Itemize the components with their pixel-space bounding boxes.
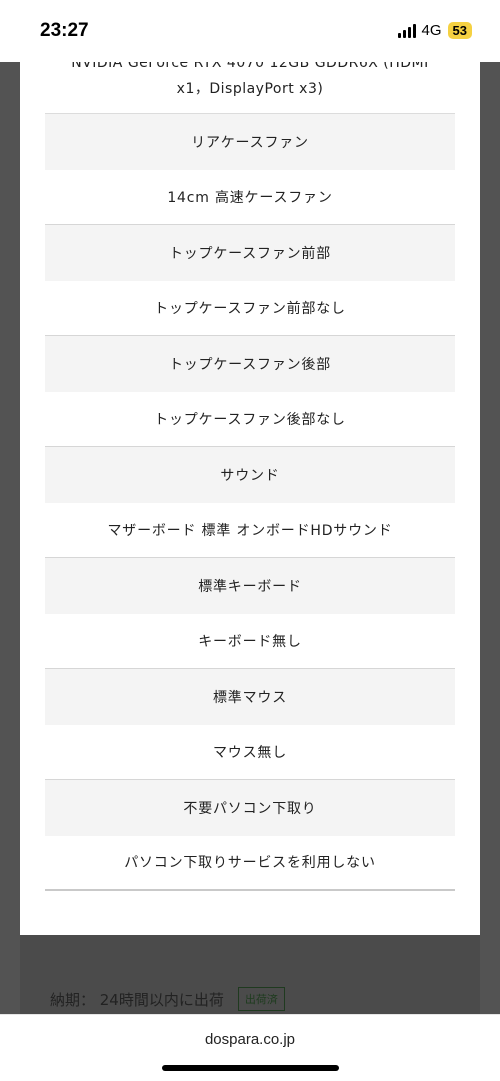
option-selected-value: トップケースファン後部なし [45,391,455,447]
status-bar: 23:27 4G 53 [0,0,500,62]
option-category-header: 標準キーボード [45,558,455,614]
option-category-header: トップケースファン前部 [45,225,455,281]
signal-icon [397,23,416,38]
config-details-modal: NVIDIA GeForce RTX 4070 12GB GDDR6X (HDM… [20,62,480,935]
battery-icon: 53 [447,22,472,39]
options-list: リアケースファン 14cm 高速ケースファン トップケースファン前部 トップケースファ… [45,113,455,891]
network-label: 4G [421,22,442,39]
browser-bottom-bar: dospara.co.jp [0,1014,500,1081]
page-content-behind: 納期： 24時間以内に出荷 出荷済 [20,935,480,1014]
option-selected-value: マザーボード 標準 オンボードHDサウンド [45,502,455,558]
address-bar-domain[interactable]: dospara.co.jp [0,1031,500,1048]
delivery-row: 納期： 24時間以内に出荷 出荷済 [50,987,285,1011]
option-category-header: 不要パソコン下取り [45,780,455,836]
home-indicator[interactable] [162,1065,339,1071]
option-selected-value: 14cm 高速ケースファン [45,169,455,225]
option-selected-value: マウス無し [45,724,455,780]
status-indicators: 4G 53 [397,22,472,39]
gpu-spec-line2: x1，DisplayPort x3) [176,81,324,97]
option-selected-value: トップケースファン前部なし [45,280,455,336]
gpu-spec-line1: NVIDIA GeForce RTX 4070 12GB GDDR6X (HDM… [71,62,429,71]
option-category-header: トップケースファン後部 [45,336,455,392]
gpu-spec-text: NVIDIA GeForce RTX 4070 12GB GDDR6X (HDM… [45,62,455,102]
option-selected-value: パソコン下取りサービスを利用しない [45,835,455,891]
option-category-header: リアケースファン [45,114,455,170]
shipped-badge: 出荷済 [237,987,285,1011]
status-time: 23:27 [40,20,89,41]
option-selected-value: キーボード無し [45,613,455,669]
delivery-text: 納期： 24時間以内に出荷 [50,990,224,1009]
option-category-header: 標準マウス [45,669,455,725]
option-category-header: サウンド [45,447,455,503]
